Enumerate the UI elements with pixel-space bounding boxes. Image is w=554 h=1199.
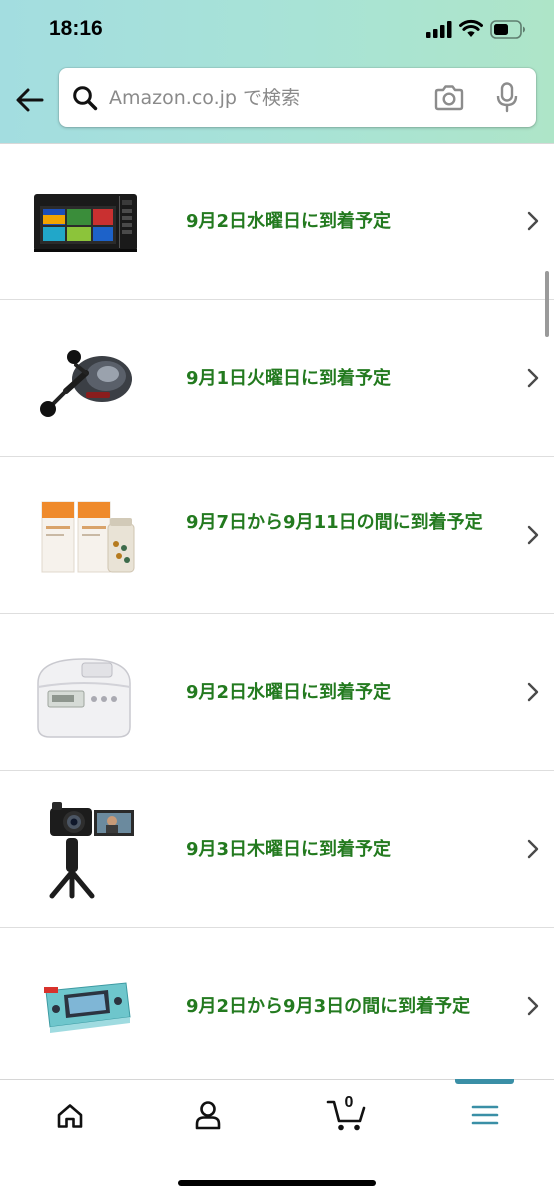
nav-home[interactable] (0, 1080, 138, 1160)
status-bar: 18:16 (0, 0, 554, 60)
app-header: 18:16 (0, 0, 554, 143)
chevron-right-icon (527, 525, 539, 545)
nav-cart[interactable] (276, 1080, 414, 1160)
rice-cooker-product-image (37, 658, 131, 738)
nav-account[interactable] (138, 1080, 276, 1160)
back-arrow-icon[interactable] (14, 84, 46, 116)
cellular-signal-icon (426, 21, 452, 38)
scroll-indicator[interactable] (545, 271, 549, 337)
account-icon (195, 1101, 221, 1130)
search-icon (73, 86, 98, 111)
order-list: 9月2日水曜日に到着予定 9月1日火曜日に到着予定 9月7日から9月11日の間に… (0, 143, 554, 1079)
camera-product-image (49, 802, 134, 899)
chevron-right-icon (527, 839, 539, 859)
search-input[interactable] (109, 78, 409, 118)
wifi-icon (459, 19, 483, 37)
battery-icon (490, 20, 525, 39)
menu-icon (471, 1105, 499, 1125)
delivery-estimate: 9月1日火曜日に到着予定 (186, 368, 392, 389)
delivery-estimate: 9月2日から9月3日の間に到着予定 (186, 996, 471, 1017)
order-item[interactable]: 9月3日木曜日に到着予定 (0, 771, 554, 928)
chevron-right-icon (527, 682, 539, 702)
chevron-right-icon (527, 996, 539, 1016)
order-item[interactable]: 9月2日水曜日に到着予定 (0, 143, 554, 300)
delivery-estimate: 9月3日木曜日に到着予定 (186, 839, 392, 860)
order-item[interactable]: 9月2日から9月3日の間に到着予定 (0, 928, 554, 1079)
order-item[interactable]: 9月7日から9月11日の間に到着予定 (0, 457, 554, 614)
order-item[interactable]: 9月2日水曜日に到着予定 (0, 614, 554, 771)
supplement-product-image (41, 501, 135, 573)
microwave-product-image (34, 194, 137, 252)
delivery-estimate: 9月7日から9月11日の間に到着予定 (186, 512, 483, 533)
home-indicator (178, 1180, 376, 1186)
search-bar[interactable] (59, 68, 536, 127)
chevron-right-icon (527, 211, 539, 231)
nav-menu[interactable] (414, 1080, 552, 1160)
game-console-product-image (44, 982, 131, 1033)
cart-count-badge: 0 (344, 1094, 354, 1111)
status-time: 18:16 (49, 17, 103, 40)
chevron-right-icon (527, 368, 539, 388)
microphone-icon[interactable] (496, 82, 518, 113)
delivery-estimate: 9月2日水曜日に到着予定 (186, 211, 392, 232)
delivery-estimate: 9月2日水曜日に到着予定 (186, 682, 392, 703)
home-icon (57, 1104, 83, 1128)
fishing-reel-product-image (40, 350, 132, 417)
camera-icon[interactable] (433, 84, 465, 111)
order-item[interactable]: 9月1日火曜日に到着予定 (0, 300, 554, 457)
